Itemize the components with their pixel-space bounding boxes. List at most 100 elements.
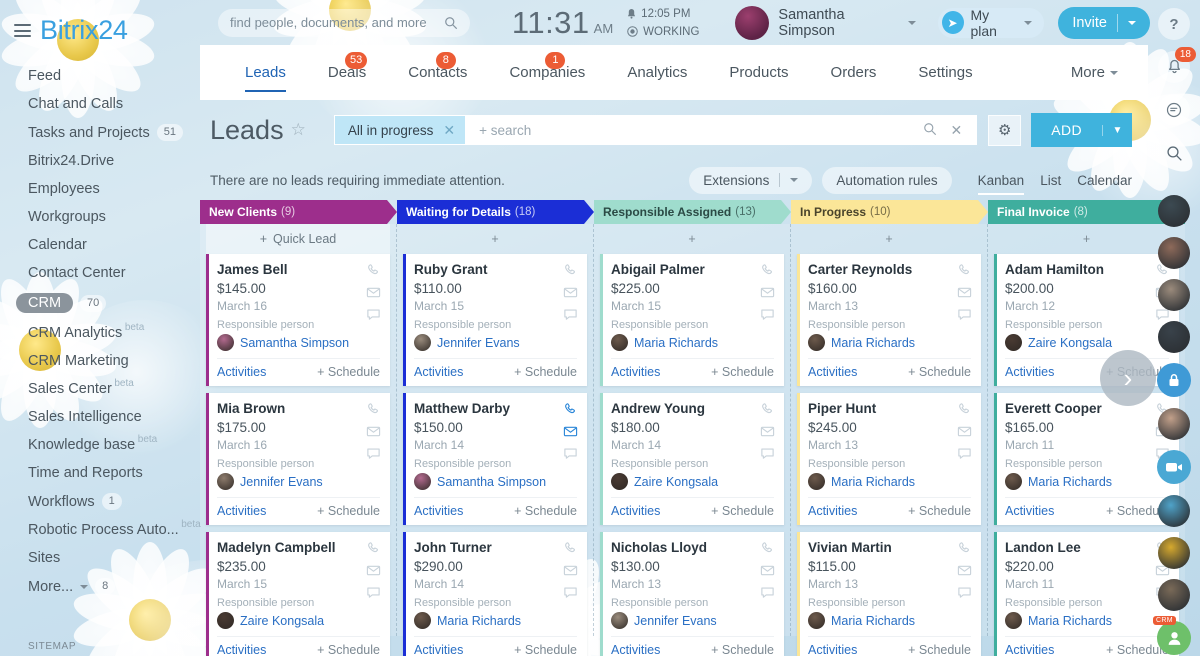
- avatar[interactable]: [1158, 321, 1190, 353]
- card-activities-link[interactable]: Activities: [808, 504, 857, 518]
- gear-icon[interactable]: ⚙: [988, 114, 1022, 146]
- kanban-card[interactable]: James Bell $145.00 March 16 Responsible per…: [206, 254, 390, 386]
- tab-leads[interactable]: Leads: [224, 45, 307, 100]
- sidebar-item-crm-analytics[interactable]: CRM Analytics beta: [0, 319, 200, 347]
- phone-icon[interactable]: [563, 541, 578, 556]
- avatar[interactable]: [1158, 237, 1190, 269]
- mail-icon[interactable]: [957, 563, 972, 578]
- card-responsible[interactable]: Maria Richards: [808, 612, 971, 629]
- avatar[interactable]: [1158, 537, 1190, 569]
- filter-search-input[interactable]: + search: [465, 123, 915, 138]
- chat-bubble-icon[interactable]: [1158, 94, 1190, 126]
- comment-icon[interactable]: [760, 307, 775, 322]
- tab-deals[interactable]: Deals 53: [307, 45, 387, 100]
- tab-settings[interactable]: Settings: [897, 45, 993, 100]
- card-schedule-link[interactable]: + Schedule: [317, 643, 380, 656]
- mail-icon[interactable]: [366, 285, 381, 300]
- tab-more[interactable]: More: [1071, 64, 1148, 81]
- tab-analytics[interactable]: Analytics: [606, 45, 708, 100]
- card-activities-link[interactable]: Activities: [217, 504, 266, 518]
- card-activities-link[interactable]: Activities: [1005, 504, 1054, 518]
- avatar[interactable]: [1158, 579, 1190, 611]
- comment-icon[interactable]: [957, 307, 972, 322]
- comment-icon[interactable]: [563, 446, 578, 461]
- kanban-card[interactable]: Andrew Young $180.00 March 14 Responsible p…: [600, 393, 784, 525]
- mail-icon[interactable]: [760, 424, 775, 439]
- phone-icon[interactable]: [957, 263, 972, 278]
- filter-clear-icon[interactable]: ✕: [944, 122, 970, 139]
- chevron-down-icon[interactable]: ▼: [1102, 124, 1132, 136]
- mail-icon[interactable]: [957, 424, 972, 439]
- sidebar-item-time-and-reports[interactable]: Time and Reports: [0, 459, 200, 487]
- kanban-card[interactable]: Nicholas Lloyd $130.00 March 13 Responsible…: [600, 532, 784, 656]
- mail-icon[interactable]: [366, 424, 381, 439]
- card-activities-link[interactable]: Activities: [808, 643, 857, 656]
- comment-icon[interactable]: [563, 307, 578, 322]
- card-schedule-link[interactable]: + Schedule: [317, 504, 380, 518]
- comment-icon[interactable]: [957, 446, 972, 461]
- sidebar-item-crm-marketing[interactable]: CRM Marketing: [0, 347, 200, 375]
- phone-icon[interactable]: [760, 402, 775, 417]
- card-activities-link[interactable]: Activities: [808, 365, 857, 379]
- card-schedule-link[interactable]: + Schedule: [514, 643, 577, 656]
- tab-contacts[interactable]: Contacts 8: [387, 45, 488, 100]
- quick-lead-button[interactable]: + Quick Lead: [206, 224, 390, 254]
- card-activities-link[interactable]: Activities: [217, 365, 266, 379]
- favorite-star-icon[interactable]: ☆: [291, 120, 306, 140]
- card-activities-link[interactable]: Activities: [611, 643, 660, 656]
- mail-icon[interactable]: [563, 424, 578, 439]
- card-responsible[interactable]: Jennifer Evans: [414, 334, 577, 351]
- card-activities-link[interactable]: Activities: [1005, 643, 1054, 656]
- kanban-card[interactable]: Carter Reynolds $160.00 March 13 Responsibl…: [797, 254, 981, 386]
- kanban-card[interactable]: John Turner $290.00 March 14 Responsible pe…: [403, 532, 587, 656]
- avatar[interactable]: [1158, 279, 1190, 311]
- view-list[interactable]: List: [1040, 173, 1061, 188]
- sidebar-item-knowledge-base[interactable]: Knowledge base beta: [0, 431, 200, 459]
- sidebar-item-sales-intelligence[interactable]: Sales Intelligence: [0, 403, 200, 431]
- card-responsible[interactable]: Samantha Simpson: [217, 334, 380, 351]
- card-responsible[interactable]: Maria Richards: [1005, 473, 1169, 490]
- phone-icon[interactable]: [957, 541, 972, 556]
- card-responsible[interactable]: Jennifer Evans: [611, 612, 774, 629]
- kanban-column-header[interactable]: Responsible Assigned (13): [594, 200, 791, 224]
- lock-icon[interactable]: [1157, 363, 1191, 397]
- notifications-bell-icon[interactable]: 18: [1158, 47, 1196, 83]
- clock-widget[interactable]: 11:31 AM: [512, 5, 613, 41]
- sidebar-item-workflows[interactable]: Workflows 1: [0, 487, 200, 516]
- card-activities-link[interactable]: Activities: [217, 643, 266, 656]
- add-card-button[interactable]: +: [403, 224, 587, 254]
- card-responsible[interactable]: Maria Richards: [808, 473, 971, 490]
- kanban-card[interactable]: Abigail Palmer $225.00 March 15 Responsible…: [600, 254, 784, 386]
- phone-icon[interactable]: [957, 402, 972, 417]
- mail-icon[interactable]: [563, 563, 578, 578]
- card-schedule-link[interactable]: + Schedule: [908, 643, 971, 656]
- kanban-card[interactable]: Piper Hunt $245.00 March 13 Responsible per…: [797, 393, 981, 525]
- card-schedule-link[interactable]: + Schedule: [711, 504, 774, 518]
- filter-chip[interactable]: All in progress ✕: [334, 116, 466, 144]
- global-search-input[interactable]: find people, documents, and more: [218, 8, 470, 37]
- tab-orders[interactable]: Orders: [810, 45, 898, 100]
- card-responsible[interactable]: Zaire Kongsala: [1005, 334, 1169, 351]
- card-activities-link[interactable]: Activities: [1005, 365, 1054, 379]
- sidebar-item-bitrix24-drive[interactable]: Bitrix24.Drive: [0, 147, 200, 175]
- kanban-column-header[interactable]: Waiting for Details (18): [397, 200, 594, 224]
- card-activities-link[interactable]: Activities: [611, 365, 660, 379]
- sidebar-item-sites[interactable]: Sites: [0, 544, 200, 572]
- card-schedule-link[interactable]: + Schedule: [908, 504, 971, 518]
- tab-companies[interactable]: Companies 1: [488, 45, 606, 100]
- phone-icon[interactable]: [366, 541, 381, 556]
- mail-icon[interactable]: [760, 563, 775, 578]
- view-calendar[interactable]: Calendar: [1077, 173, 1132, 188]
- close-icon[interactable]: ✕: [443, 122, 455, 139]
- comment-icon[interactable]: [563, 585, 578, 600]
- card-responsible[interactable]: Maria Richards: [611, 334, 774, 351]
- kanban-card[interactable]: Ruby Grant $110.00 March 15 Responsible per…: [403, 254, 587, 386]
- card-schedule-link[interactable]: + Schedule: [908, 365, 971, 379]
- help-icon[interactable]: ?: [1158, 8, 1190, 40]
- add-card-button[interactable]: +: [797, 224, 981, 254]
- mail-icon[interactable]: [957, 285, 972, 300]
- card-schedule-link[interactable]: + Schedule: [514, 504, 577, 518]
- user-menu[interactable]: Samantha Simpson: [735, 5, 916, 40]
- invite-button[interactable]: Invite: [1058, 6, 1150, 39]
- sidebar-item-robotic-process-auto[interactable]: Robotic Process Auto... beta: [0, 516, 201, 544]
